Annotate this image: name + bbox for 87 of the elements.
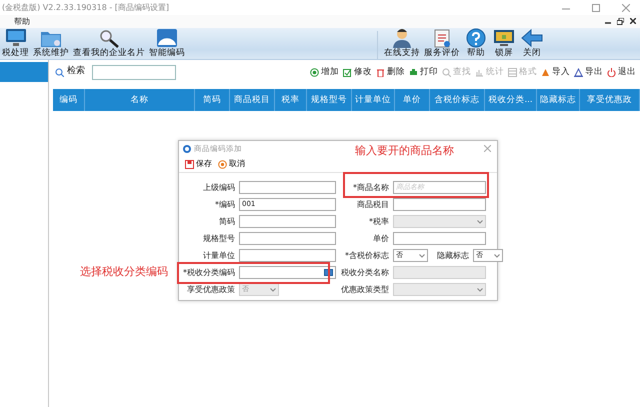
person-icon xyxy=(390,28,414,48)
field-label: 规格型号 xyxy=(202,232,236,244)
edit-icon xyxy=(343,68,352,76)
cancel-icon xyxy=(218,160,227,168)
search-icon xyxy=(442,68,451,76)
field-label: 计量单位 xyxy=(202,250,236,262)
column-header[interactable]: 编码 xyxy=(53,89,85,111)
column-header[interactable]: 单价 xyxy=(395,89,430,111)
field-label: 商品税目 xyxy=(356,198,390,210)
column-header[interactable]: 税率 xyxy=(275,89,307,111)
caret-icon xyxy=(270,288,276,292)
table-icon xyxy=(508,68,517,76)
trash-icon xyxy=(376,68,385,76)
field-label: 税收分类名称 xyxy=(340,266,390,278)
column-header[interactable]: 隐藏标志 xyxy=(537,89,580,111)
input-field[interactable] xyxy=(393,232,486,245)
toolbar-button[interactable]: 保存 xyxy=(185,158,212,170)
field-label: *编码 xyxy=(214,198,236,210)
close-icon xyxy=(484,145,491,152)
power-icon xyxy=(607,68,616,76)
panel-header xyxy=(0,62,48,82)
toolbar-button[interactable]: 关闭 xyxy=(518,28,546,59)
annotation-text: 输入要开的商品名称 xyxy=(355,143,454,159)
search-field[interactable] xyxy=(92,64,176,80)
toolbar-button[interactable]: 税处理 xyxy=(0,28,31,59)
close-icon xyxy=(630,18,636,24)
add-icon xyxy=(310,68,319,76)
toolbar-button[interactable]: 系统维护 xyxy=(31,28,71,59)
search-label: 检索 xyxy=(67,65,85,78)
field-label: 享受优惠政策 xyxy=(186,284,236,296)
toolbar-button[interactable]: 打印 xyxy=(409,66,438,78)
input-field[interactable] xyxy=(239,232,336,245)
toolbar-button[interactable]: 导出 xyxy=(574,66,603,78)
caret-icon xyxy=(494,254,500,258)
field-label: *商品名称 xyxy=(352,182,390,194)
toolbar-button[interactable]: 修改 xyxy=(343,66,372,78)
field-label: *含税价标志 xyxy=(344,250,390,262)
close-icon xyxy=(622,4,630,12)
toolbar-button[interactable]: 导入 xyxy=(541,66,570,78)
input-field[interactable] xyxy=(393,198,486,211)
caret-icon xyxy=(477,288,483,292)
annotation-text: 选择税收分类编码 xyxy=(80,264,168,280)
field-label: *税收分类编码 xyxy=(182,266,236,278)
export-icon xyxy=(574,68,583,76)
menu-item[interactable]: 帮助 xyxy=(14,16,30,28)
toolbar-button[interactable]: 锁屏 xyxy=(490,28,518,59)
field-label: 优惠政策类型 xyxy=(340,284,390,296)
column-header[interactable]: 享受优惠政 xyxy=(580,89,640,111)
monitor-icon xyxy=(4,28,28,48)
search-icon xyxy=(55,68,64,76)
toolbar-button[interactable]: 退出 xyxy=(607,66,636,78)
column-header[interactable]: 商品税目 xyxy=(230,89,275,111)
field-label: 简码 xyxy=(218,216,236,228)
toolbar-button[interactable]: 在线支持 xyxy=(382,28,422,59)
toolbar-button[interactable]: 帮助 xyxy=(462,28,490,59)
lock-screen-icon xyxy=(492,28,516,48)
toolbar-button[interactable]: 删除 xyxy=(376,66,405,78)
column-header[interactable]: 规格型号 xyxy=(307,89,352,111)
save-icon xyxy=(185,160,194,168)
printer-icon xyxy=(409,68,418,76)
input-field[interactable] xyxy=(239,181,336,194)
column-header[interactable]: 简码 xyxy=(195,89,230,111)
restore-icon xyxy=(617,18,624,25)
input-field[interactable] xyxy=(239,215,336,228)
column-header[interactable]: 名称 xyxy=(85,89,195,111)
app-icon xyxy=(183,144,191,152)
input-field[interactable] xyxy=(239,266,336,279)
bar-chart-icon xyxy=(475,68,484,76)
toolbar-button[interactable]: 增加 xyxy=(310,66,339,78)
column-header[interactable]: 计量单位 xyxy=(352,89,395,111)
caret-icon xyxy=(419,254,425,258)
field-label: *税率 xyxy=(368,216,390,228)
maximize-icon xyxy=(592,4,600,12)
field-label: 单价 xyxy=(372,232,390,244)
import-icon xyxy=(541,68,550,76)
field-label: 隐藏标志 xyxy=(436,250,470,262)
field-label: 上级编码 xyxy=(202,182,236,194)
toolbar-button[interactable]: 服务评价 xyxy=(422,28,462,59)
toolbar-button[interactable]: 智能编码 xyxy=(147,28,187,59)
column-header[interactable]: 税收分类... xyxy=(485,89,537,111)
toolbar-button[interactable]: 取消 xyxy=(218,158,245,170)
column-header[interactable]: 含税价标志 xyxy=(430,89,485,111)
window-title: (金税盘版) V2.2.33.190318 - [商品编码设置] xyxy=(2,2,169,14)
caret-icon xyxy=(477,220,483,224)
input-field[interactable] xyxy=(239,249,336,262)
back-arrow-icon xyxy=(520,28,544,48)
toolbar-button[interactable]: 查看我的企业名片 xyxy=(71,28,147,59)
